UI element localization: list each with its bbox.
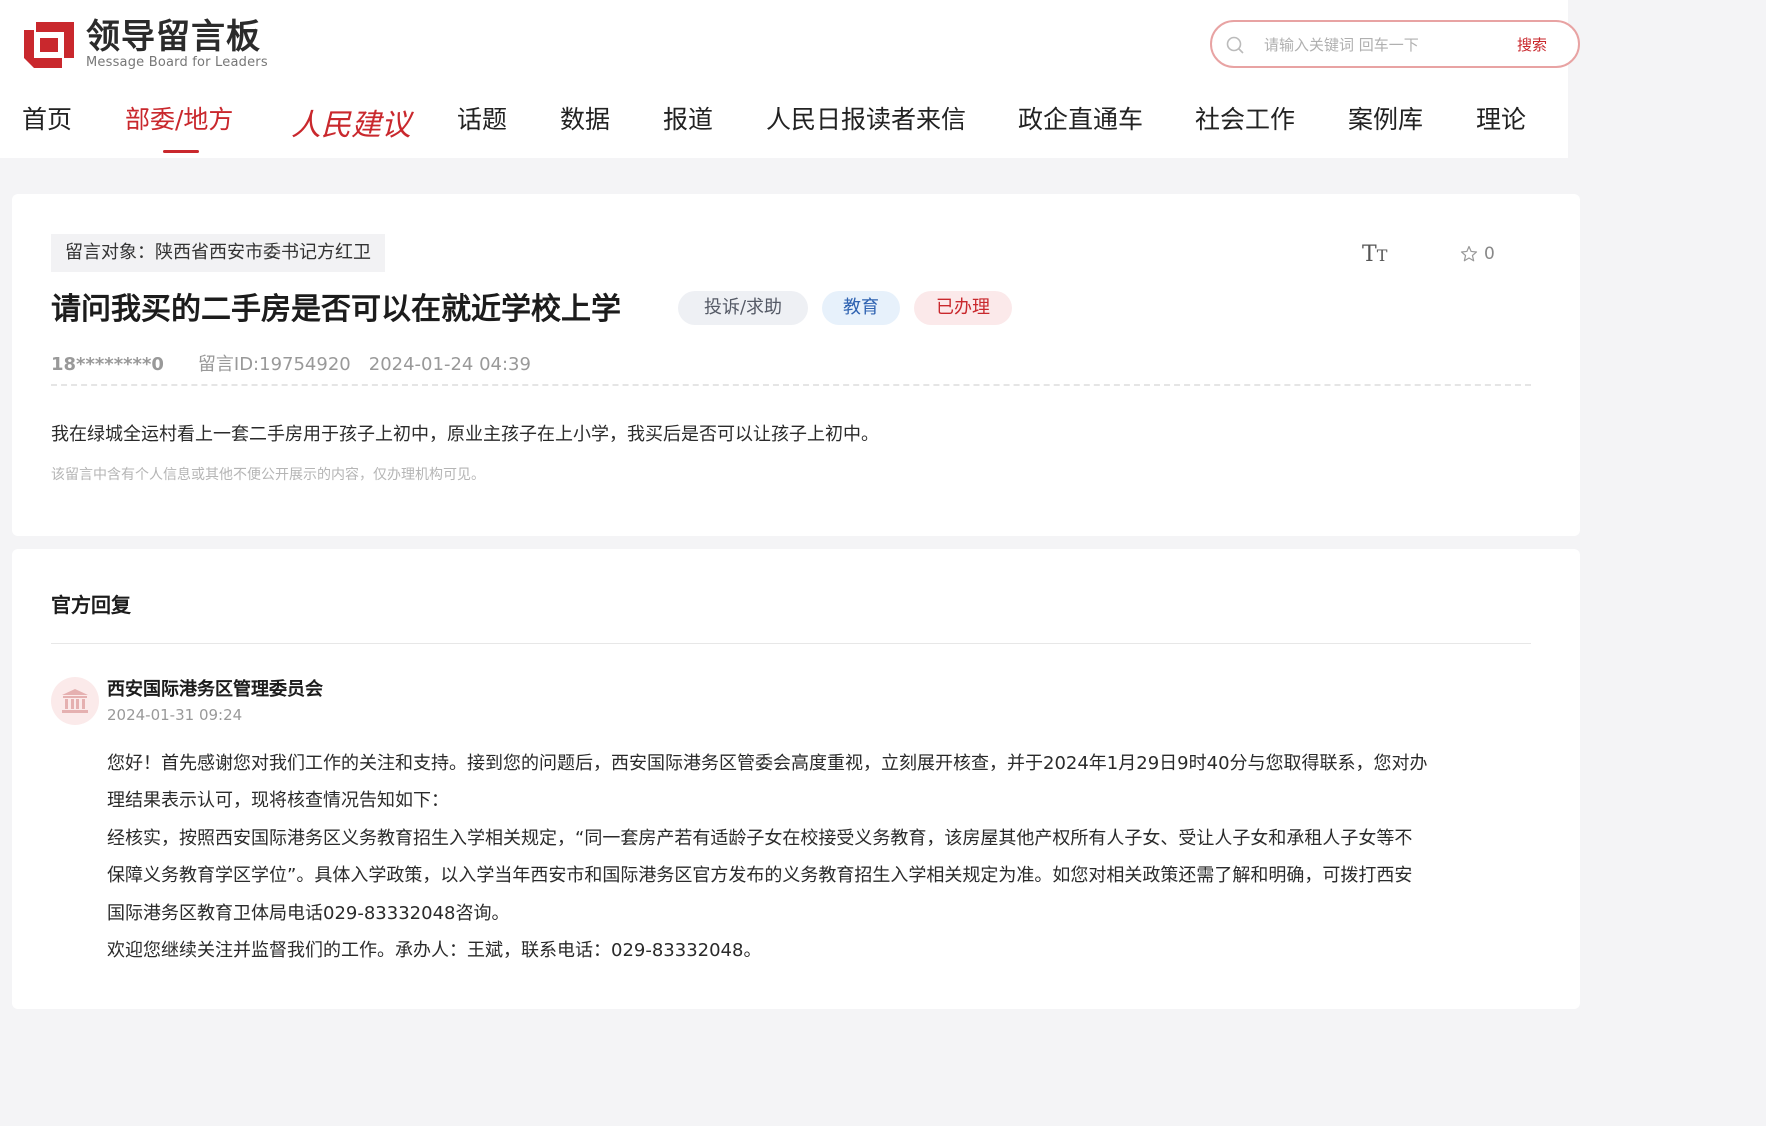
nav-item-topics[interactable]: 话题 — [457, 100, 560, 158]
nav-item-social-work[interactable]: 社会工作 — [1195, 100, 1348, 158]
message-time: 2024-01-24 04:39 — [368, 354, 531, 375]
privacy-note: 该留言中含有个人信息或其他不便公开展示的内容，仅办理机构可见。 — [51, 467, 485, 483]
message-id: 留言ID:19754920 — [197, 354, 351, 375]
nav-item-home[interactable]: 首页 — [22, 100, 125, 158]
reply-line: 您好！首先感谢您对我们工作的关注和支持。接到您的问题后，西安国际港务区管委会高度… — [107, 753, 1428, 774]
reply-card: 官方回复 西安国际港务区管理委员会 2024-01-31 09:24 您好！首先… — [12, 549, 1580, 1009]
nav-item-data[interactable]: 数据 — [560, 100, 663, 158]
main-nav: 首页 部委/地方 人民建议 话题 数据 报道 人民日报读者来信 政企直通车 社会… — [22, 100, 1536, 158]
font-size-icon[interactable]: TT — [1362, 242, 1387, 267]
message-meta: 18********0 留言ID:19754920 2024-01-24 04:39 — [51, 350, 531, 376]
logo-mark-icon — [22, 18, 76, 70]
site-logo[interactable]: 领导留言板 Message Board for Leaders — [22, 18, 268, 70]
reply-time: 2024-01-31 09:24 — [107, 706, 243, 724]
reply-heading: 官方回复 — [51, 593, 131, 617]
nav-item-enterprise-express[interactable]: 政企直通车 — [1018, 100, 1195, 158]
reply-line: 欢迎您继续关注并监督我们的工作。承办人：王斌，联系电话：029-83332048… — [107, 940, 762, 962]
nav-item-ministries-local[interactable]: 部委/地方 — [125, 100, 291, 158]
message-target: 留言对象：陕西省西安市委书记方红卫 — [51, 234, 385, 272]
government-building-icon — [62, 689, 88, 713]
search-icon — [1226, 36, 1244, 54]
favorite-button[interactable]: 0 — [1460, 244, 1495, 264]
divider — [51, 384, 1531, 386]
nav-item-theory[interactable]: 理论 — [1476, 100, 1536, 158]
star-icon — [1460, 245, 1478, 262]
nav-item-reports[interactable]: 报道 — [663, 100, 766, 158]
logo-title: 领导留言板 — [86, 17, 261, 57]
tag-category: 投诉/求助 — [678, 291, 808, 325]
search-button[interactable]: 搜索 — [1517, 34, 1547, 55]
reply-line: 国际港务区教育卫体局电话029-83332048咨询。 — [107, 902, 510, 924]
logo-subtitle: Message Board for Leaders — [86, 55, 268, 70]
message-card: 留言对象：陕西省西安市委书记方红卫 TT 0 请问我买的二手房是否可以在就近学校… — [12, 194, 1580, 536]
favorite-count: 0 — [1484, 244, 1495, 264]
message-title: 请问我买的二手房是否可以在就近学校上学 — [51, 292, 621, 327]
reply-body: 您好！首先感谢您对我们工作的关注和支持。接到您的问题后，西安国际港务区管委会高度… — [107, 745, 1537, 969]
divider — [51, 643, 1531, 644]
message-content: 我在绿城全运村看上一套二手房用于孩子上初中，原业主孩子在上小学，我买后是否可以让… — [51, 424, 879, 445]
reply-org: 西安国际港务区管理委员会 — [107, 679, 323, 700]
tag-field: 教育 — [822, 291, 900, 325]
nav-item-people-suggestions-label: 人民建议 — [291, 108, 411, 143]
reply-line: 理结果表示认可，现将核查情况告知如下： — [107, 790, 449, 812]
status-badge: 已办理 — [914, 291, 1012, 325]
reply-line: 保障义务教育学区学位”。具体入学政策，以入学当年西安市和国际港务区官方发布的义务… — [107, 865, 1413, 887]
reply-line: 经核实，按照西安国际港务区义务教育招生入学相关规定，“同一套房产若有适龄子女在校… — [107, 827, 1413, 849]
top-header: 领导留言板 Message Board for Leaders 搜索 首页 部委… — [0, 0, 1580, 158]
search-box: 搜索 — [1210, 20, 1580, 68]
nav-item-people-suggestions[interactable]: 人民建议 — [291, 100, 457, 158]
avatar — [51, 677, 99, 725]
search-input[interactable] — [1264, 34, 1484, 56]
message-user: 18********0 — [51, 354, 164, 375]
nav-item-case-library[interactable]: 案例库 — [1348, 100, 1476, 158]
nav-item-readers-letters[interactable]: 人民日报读者来信 — [766, 100, 1018, 158]
